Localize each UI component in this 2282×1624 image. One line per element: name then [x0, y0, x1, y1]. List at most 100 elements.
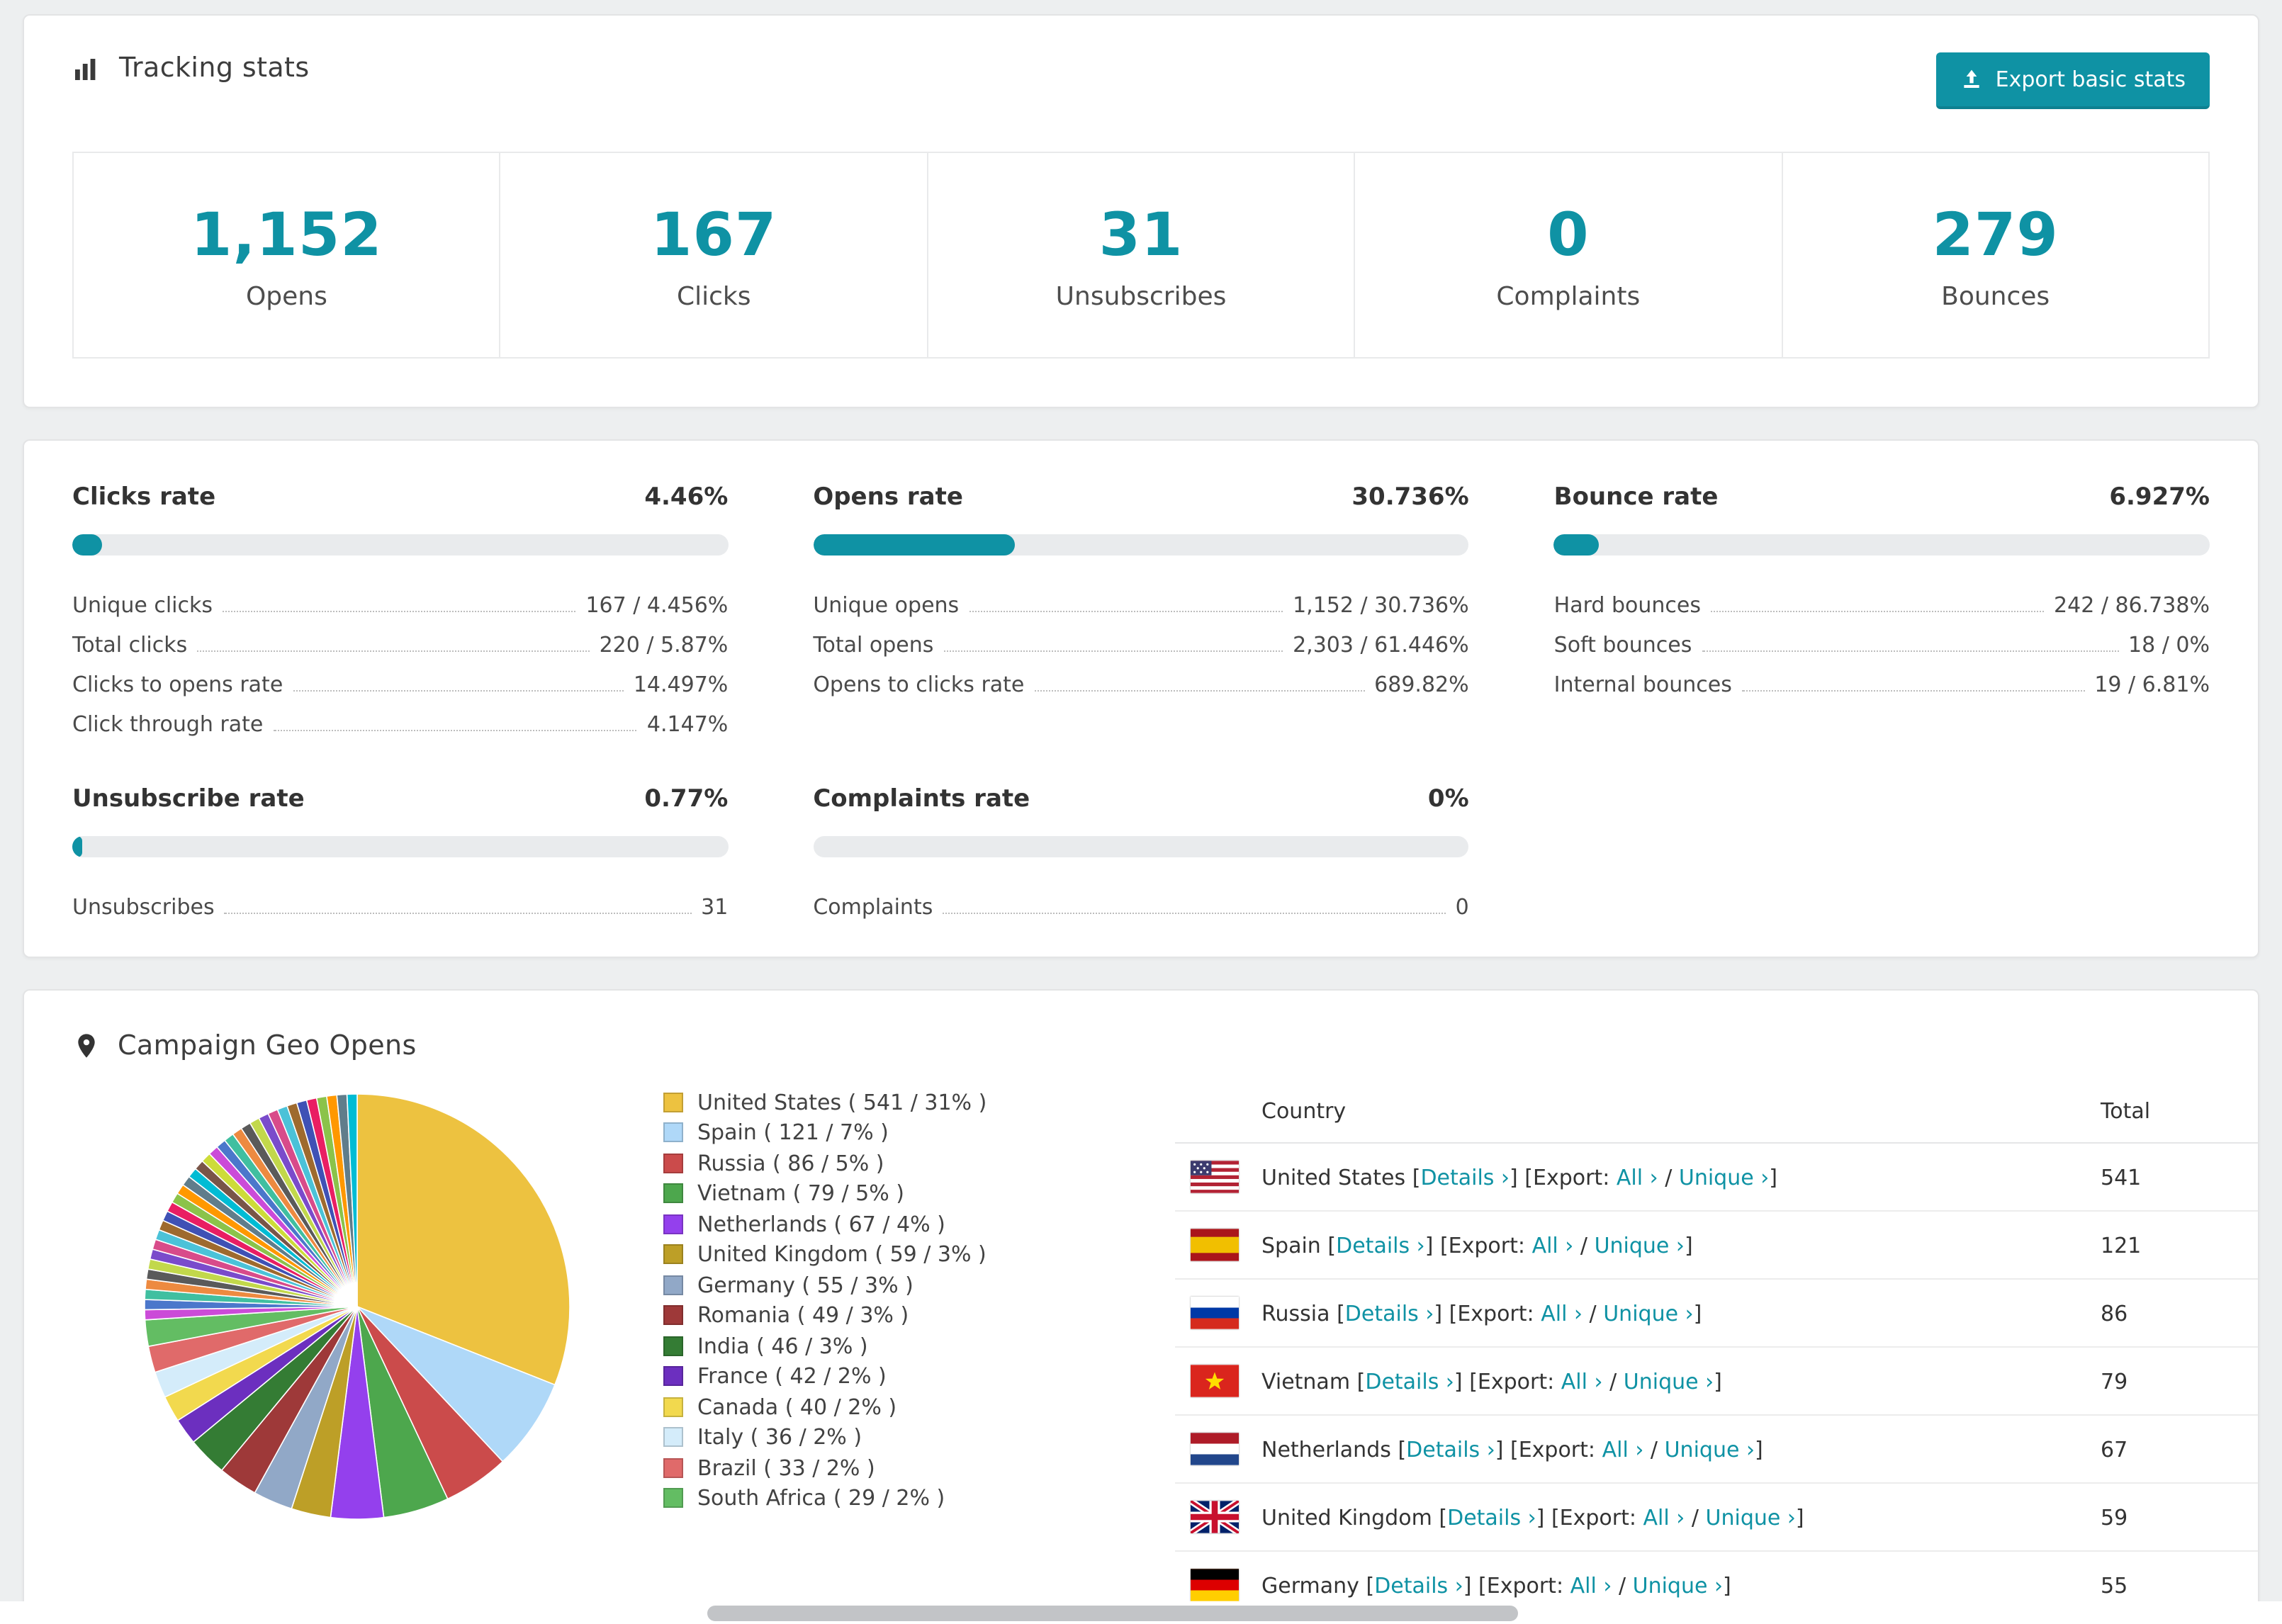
export-all-link[interactable]: All › [1570, 1572, 1612, 1598]
country-name: United Kingdom [1261, 1504, 1432, 1530]
export-all-link[interactable]: All › [1541, 1300, 1583, 1326]
dotted-leader [223, 611, 576, 612]
export-unique-link[interactable]: Unique › [1595, 1232, 1685, 1258]
details-link[interactable]: Details › [1447, 1504, 1536, 1530]
legend-item: United Kingdom ( 59 / 3% ) [663, 1239, 1175, 1270]
dotted-leader [273, 730, 637, 731]
dotted-leader [1702, 650, 2118, 652]
legend-item: Netherlands ( 67 / 4% ) [663, 1209, 1175, 1239]
country-cell: Spain [Details ›] [Export: All › / Uniqu… [1261, 1232, 1693, 1258]
stat-row: Click through rate 4.147% [72, 711, 729, 737]
stat-bounces: 279 Bounces [1781, 152, 2210, 359]
legend-label: Netherlands ( 67 / 4% ) [697, 1211, 945, 1237]
table-row: Netherlands [Details ›] [Export: All › /… [1175, 1416, 2258, 1484]
details-link[interactable]: Details › [1374, 1572, 1463, 1598]
legend-label: Italy ( 36 / 2% ) [697, 1424, 862, 1450]
country-column-header: Country [1261, 1098, 1347, 1123]
country-name: Netherlands [1261, 1436, 1391, 1462]
rate-progress-fill [72, 836, 83, 857]
export-unique-link[interactable]: Unique › [1603, 1300, 1693, 1326]
flag-vietnam-icon [1191, 1365, 1239, 1397]
export-unique-link[interactable]: Unique › [1706, 1504, 1796, 1530]
rate-title: Clicks rate [72, 483, 216, 512]
stat-row: Complaints 0 [813, 894, 1469, 920]
legend-color-chip [663, 1305, 683, 1326]
bounce-rate-panel: Bounce rate 6.927% Hard bounces 242 / 86.… [1553, 483, 2210, 737]
legend-item: Canada ( 40 / 2% ) [663, 1392, 1175, 1422]
stat-row: Unique clicks 167 / 4.456% [72, 592, 729, 618]
dashboard-page: Tracking stats Export basic stats 1,152 … [0, 0, 2282, 1624]
campaign-geo-opens-card: Campaign Geo Opens United States ( 541 /… [23, 989, 2259, 1624]
horizontal-scrollbar-track[interactable] [0, 1601, 2282, 1624]
summary-stats-row: 1,152 Opens 167 Clicks 31 Unsubscribes 0… [72, 152, 2210, 359]
export-all-link[interactable]: All › [1643, 1504, 1685, 1530]
country-total: 541 [2101, 1164, 2142, 1190]
rate-title: Bounce rate [1553, 483, 1719, 512]
stat-bounces-label: Bounces [1941, 281, 2050, 311]
legend-label: Germany ( 55 / 3% ) [697, 1272, 914, 1298]
rate-progress-track [813, 836, 1469, 857]
stat-opens-value: 1,152 [191, 199, 383, 269]
export-basic-stats-button[interactable]: Export basic stats [1935, 52, 2210, 109]
export-all-link[interactable]: All › [1532, 1232, 1574, 1258]
export-all-link[interactable]: All › [1617, 1164, 1658, 1190]
legend-color-chip [663, 1336, 683, 1356]
rate-progress-fill [813, 534, 1015, 556]
details-link[interactable]: Details › [1406, 1436, 1495, 1462]
country-total: 79 [2101, 1368, 2128, 1394]
export-unique-link[interactable]: Unique › [1624, 1368, 1714, 1394]
rate-progress-fill [1553, 534, 1600, 556]
map-pin-icon [72, 1032, 101, 1060]
rate-value: 30.736% [1351, 483, 1469, 512]
legend-label: Canada ( 40 / 2% ) [697, 1394, 897, 1420]
legend-item: United States ( 541 / 31% ) [663, 1087, 1175, 1117]
details-link[interactable]: Details › [1336, 1232, 1425, 1258]
legend-color-chip [663, 1214, 683, 1234]
export-all-link[interactable]: All › [1561, 1368, 1603, 1394]
table-row: United States [Details ›] [Export: All ›… [1175, 1144, 2258, 1212]
country-total: 121 [2101, 1232, 2142, 1258]
table-row: United Kingdom [Details ›] [Export: All … [1175, 1484, 2258, 1552]
country-total: 55 [2101, 1572, 2128, 1598]
country-name: Vietnam [1261, 1368, 1351, 1394]
complaints-rate-panel: Complaints rate 0% Complaints 0 [813, 785, 1469, 920]
bar-chart-icon [72, 53, 102, 83]
legend-color-chip [663, 1244, 683, 1265]
tracking-stats-title: Tracking stats [119, 52, 310, 84]
opens-rate-panel: Opens rate 30.736% Unique opens 1,152 / 3… [813, 483, 1469, 737]
stat-opens: 1,152 Opens [72, 152, 501, 359]
flag-united-states-icon [1191, 1161, 1239, 1193]
dotted-leader [1034, 690, 1365, 692]
legend-color-chip [663, 1488, 683, 1509]
export-unique-link[interactable]: Unique › [1633, 1572, 1723, 1598]
legend-item: Brazil ( 33 / 2% ) [663, 1453, 1175, 1483]
flag-germany-icon [1191, 1569, 1239, 1601]
stat-clicks: 167 Clicks [499, 152, 928, 359]
legend-color-chip [663, 1275, 683, 1295]
dotted-leader [969, 611, 1283, 612]
export-unique-link[interactable]: Unique › [1665, 1436, 1755, 1462]
rate-progress-track [813, 534, 1469, 556]
details-link[interactable]: Details › [1420, 1164, 1510, 1190]
flag-spain-icon [1191, 1229, 1239, 1261]
flag-russia-icon [1191, 1297, 1239, 1329]
legend-item: India ( 46 / 3% ) [663, 1331, 1175, 1361]
stat-clicks-label: Clicks [676, 281, 751, 311]
stat-clicks-value: 167 [651, 199, 777, 269]
dotted-leader [1711, 611, 2045, 612]
stat-complaints-label: Complaints [1496, 281, 1641, 311]
tracking-stats-card: Tracking stats Export basic stats 1,152 … [23, 14, 2259, 408]
horizontal-scrollbar-thumb[interactable] [707, 1606, 1518, 1621]
legend-color-chip [663, 1427, 683, 1448]
rate-progress-fill [72, 534, 102, 556]
stat-row: Internal bounces 19 / 6.81% [1553, 672, 2210, 697]
rate-value: 6.927% [2109, 483, 2210, 512]
details-link[interactable]: Details › [1345, 1300, 1434, 1326]
legend-color-chip [663, 1092, 683, 1112]
legend-label: Russia ( 86 / 5% ) [697, 1150, 884, 1176]
stat-opens-label: Opens [245, 281, 327, 311]
export-unique-link[interactable]: Unique › [1679, 1164, 1769, 1190]
stat-row: Unique opens 1,152 / 30.736% [813, 592, 1469, 618]
details-link[interactable]: Details › [1365, 1368, 1454, 1394]
export-all-link[interactable]: All › [1602, 1436, 1644, 1462]
